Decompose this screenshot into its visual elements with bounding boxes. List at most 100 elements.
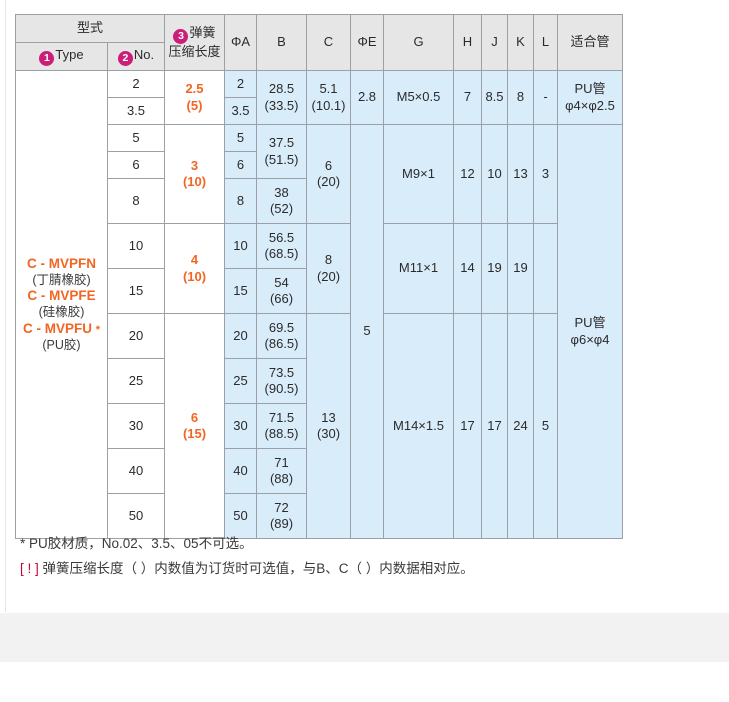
badge-1: 1: [39, 51, 55, 66]
cell-no: 3.5: [107, 97, 165, 125]
cell-L: -: [533, 70, 558, 125]
cell-no: 25: [107, 358, 165, 404]
cell-K: 8: [507, 70, 534, 125]
header-group-type: 型式: [15, 14, 165, 43]
header-no: 2 No.: [107, 42, 165, 71]
value-main: 5.1: [319, 81, 338, 97]
notes-block: * PU胶材质，No.02、3.5、05不可选。 [ ! ] 弹簧压缩长度（ ）…: [20, 532, 710, 582]
value-paren: (30): [316, 426, 341, 441]
note-2-bang: [ ! ]: [20, 560, 39, 576]
value-paren: (15): [182, 426, 207, 441]
note-2: [ ! ] 弹簧压缩长度（ ）内数值为订货时可选值，与B、C（ ）内数据相对应。: [20, 557, 710, 582]
cell-spring-length: 2.5 (5): [164, 70, 225, 125]
cell-type: C - MVPFN (丁腈橡胶) C - MVPFE (硅橡胶) C - MVPFU *…: [15, 70, 108, 539]
type-mvpfn: C - MVPFN: [27, 255, 96, 271]
cell-C: 13 (30): [306, 313, 351, 539]
table-row: 20 6 (15) 20 69.5 (86.5) 13 (30) M14×1.5 17 17 24 5: [16, 313, 623, 539]
cell-spring-length: 3 (10): [164, 124, 225, 224]
value-main: 73.5: [268, 364, 295, 380]
cell-phiE: 5: [350, 124, 384, 539]
cell-phiA: 30: [224, 403, 257, 449]
specification-table: 型式 3 弹簧 压缩长度 ΦA B C ΦE G H J K L 适合管 1 T…: [15, 14, 623, 539]
header-phiE: ΦE: [350, 14, 384, 71]
cell-no: 6: [107, 151, 165, 179]
type-mvpfn-desc: (丁腈橡胶): [32, 272, 91, 287]
header-C: C: [306, 14, 351, 71]
cell-phiA: 6: [224, 151, 257, 179]
cell-B: 71.5 (88.5): [256, 403, 307, 449]
type-mvpfu-star: *: [95, 323, 101, 336]
type-mvpfu: C - MVPFU *: [22, 320, 101, 336]
cell-B: 37.5 (51.5): [256, 124, 307, 179]
cell-pipe: PU管 φ6×φ4: [557, 124, 623, 539]
badge-3: 3: [173, 28, 189, 44]
header-no-label: No.: [133, 47, 155, 62]
type-mvpfu-desc: (PU胶): [42, 337, 81, 352]
value-paren: (51.5): [264, 151, 299, 167]
value-main: 54: [274, 274, 289, 290]
value-paren: (90.5): [264, 381, 299, 396]
value-main: 28.5: [268, 81, 295, 97]
table-row: 10 4 (10) 10 56.5 (68.5) 8 (20) M11×1 14 19 19: [16, 223, 623, 314]
cell-J: 19: [481, 223, 508, 314]
cell-K: 19: [507, 223, 534, 314]
value-main: 71: [274, 454, 289, 470]
header-row-1: 型式 3 弹簧 压缩长度 ΦA B C ΦE G H J K L 适合管: [15, 14, 623, 71]
table-row: 5 3 (10) 5 37.5 (51.5) 6 (20) 5 M9×1 12 10 13 3 PU管 φ6×…: [16, 124, 623, 539]
cell-spring-length: 6 (15): [164, 313, 225, 539]
cell-G: M9×1: [383, 124, 454, 224]
cell-G: M11×1: [383, 223, 454, 314]
cell-H: 14: [453, 223, 482, 314]
value-main: 6: [190, 409, 199, 425]
cell-no: 2: [107, 70, 165, 98]
cell-no: 8: [107, 178, 165, 224]
value-paren: (10): [182, 174, 207, 189]
value-main: 37.5: [268, 135, 295, 151]
cell-no: 40: [107, 448, 165, 494]
value-main: PU管: [574, 315, 606, 331]
cell-L: 5: [533, 313, 558, 539]
value-main: 71.5: [268, 409, 295, 425]
value-paren: (66): [269, 291, 294, 306]
value-main: 72: [274, 499, 289, 515]
cell-C: 6 (20): [306, 124, 351, 224]
cell-B: 73.5 (90.5): [256, 358, 307, 404]
cell-no: 5: [107, 124, 165, 152]
cell-no: 20: [107, 313, 165, 359]
value-paren: φ4×φ2.5: [565, 97, 615, 113]
cell-spring-length: 4 (10): [164, 223, 225, 314]
value-main: 56.5: [268, 229, 295, 245]
value-main: 13: [321, 409, 336, 425]
cell-K: 13: [507, 124, 534, 224]
value-main: 6: [324, 157, 333, 173]
value-main: 2.5: [185, 81, 204, 97]
cell-no: 10: [107, 223, 165, 269]
table-body: C - MVPFN (丁腈橡胶) C - MVPFE (硅橡胶) C - MVPFU *…: [15, 70, 623, 539]
header-phiA: ΦA: [224, 14, 257, 71]
value-paren: (20): [316, 174, 341, 189]
type-mvpfe: C - MVPFE: [27, 288, 96, 304]
badge-2: 2: [117, 51, 133, 66]
table-row: C - MVPFN (丁腈橡胶) C - MVPFE (硅橡胶) C - MVPFU *…: [15, 70, 623, 539]
header-G: G: [383, 14, 454, 71]
cell-J: 8.5: [481, 70, 508, 125]
cell-phiA: 2: [224, 70, 257, 98]
value-paren: φ6×φ4: [570, 331, 610, 347]
cell-phiA: 10: [224, 223, 257, 269]
value-main: 4: [190, 252, 199, 268]
cell-L: [533, 223, 558, 314]
header-B: B: [256, 14, 307, 71]
cell-B: 56.5 (68.5): [256, 223, 307, 269]
cell-J: 17: [481, 313, 508, 539]
header-spring-line1: 弹簧: [189, 24, 216, 40]
cell-H: 12: [453, 124, 482, 224]
value-paren: (5): [186, 97, 203, 113]
page-container: 型式 3 弹簧 压缩长度 ΦA B C ΦE G H J K L 适合管 1 T…: [5, 0, 729, 612]
value-paren: (86.5): [264, 336, 299, 351]
header-J: J: [481, 14, 508, 71]
cell-J: 10: [481, 124, 508, 224]
spec-table-wrapper: 型式 3 弹簧 压缩长度 ΦA B C ΦE G H J K L 适合管 1 T…: [15, 14, 623, 539]
header-type-label: Type: [55, 47, 84, 62]
cell-L: 3: [533, 124, 558, 224]
cell-no: 30: [107, 403, 165, 449]
